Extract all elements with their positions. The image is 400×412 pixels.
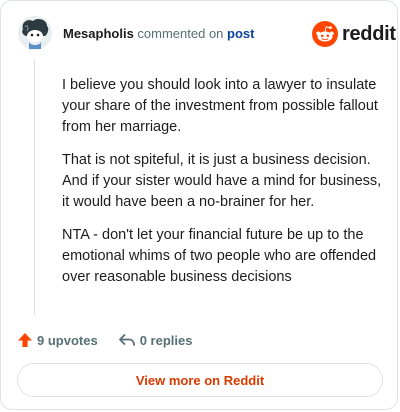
thread-line	[34, 59, 35, 315]
author-username[interactable]: Mesapholis	[63, 26, 134, 41]
comment-body: I believe you should look into a lawyer …	[62, 75, 382, 300]
commented-on-text: commented on	[137, 26, 224, 41]
upvote-arrow-icon	[18, 333, 32, 347]
comment-footer: 9 upvotes 0 replies	[17, 330, 192, 350]
upvote-count: 9 upvotes	[37, 332, 98, 348]
reply-count: 0 replies	[139, 332, 193, 348]
comment-paragraph: I believe you should look into a lawyer …	[62, 77, 378, 135]
comment-paragraph: That is not spiteful, it is just a busin…	[62, 152, 382, 210]
user-avatar-icon	[18, 16, 52, 50]
post-link[interactable]: post	[227, 26, 254, 41]
view-more-button[interactable]: View more on Reddit	[17, 363, 383, 397]
reply-arrow-icon	[118, 334, 135, 346]
comment-header: Mesapholis commented on post	[63, 26, 255, 42]
upvote-button[interactable]: 9 upvotes	[17, 332, 98, 348]
reddit-wordmark: reddit	[342, 22, 396, 45]
reddit-snoo-icon	[312, 21, 338, 47]
reddit-logo[interactable]: reddit	[312, 20, 396, 48]
comment-paragraph: NTA - don't let your financial future be…	[62, 227, 377, 285]
embedded-comment-card: Mesapholis commented on post reddit I be…	[0, 0, 398, 410]
avatar[interactable]	[17, 15, 53, 51]
replies-button[interactable]: 0 replies	[118, 332, 193, 348]
